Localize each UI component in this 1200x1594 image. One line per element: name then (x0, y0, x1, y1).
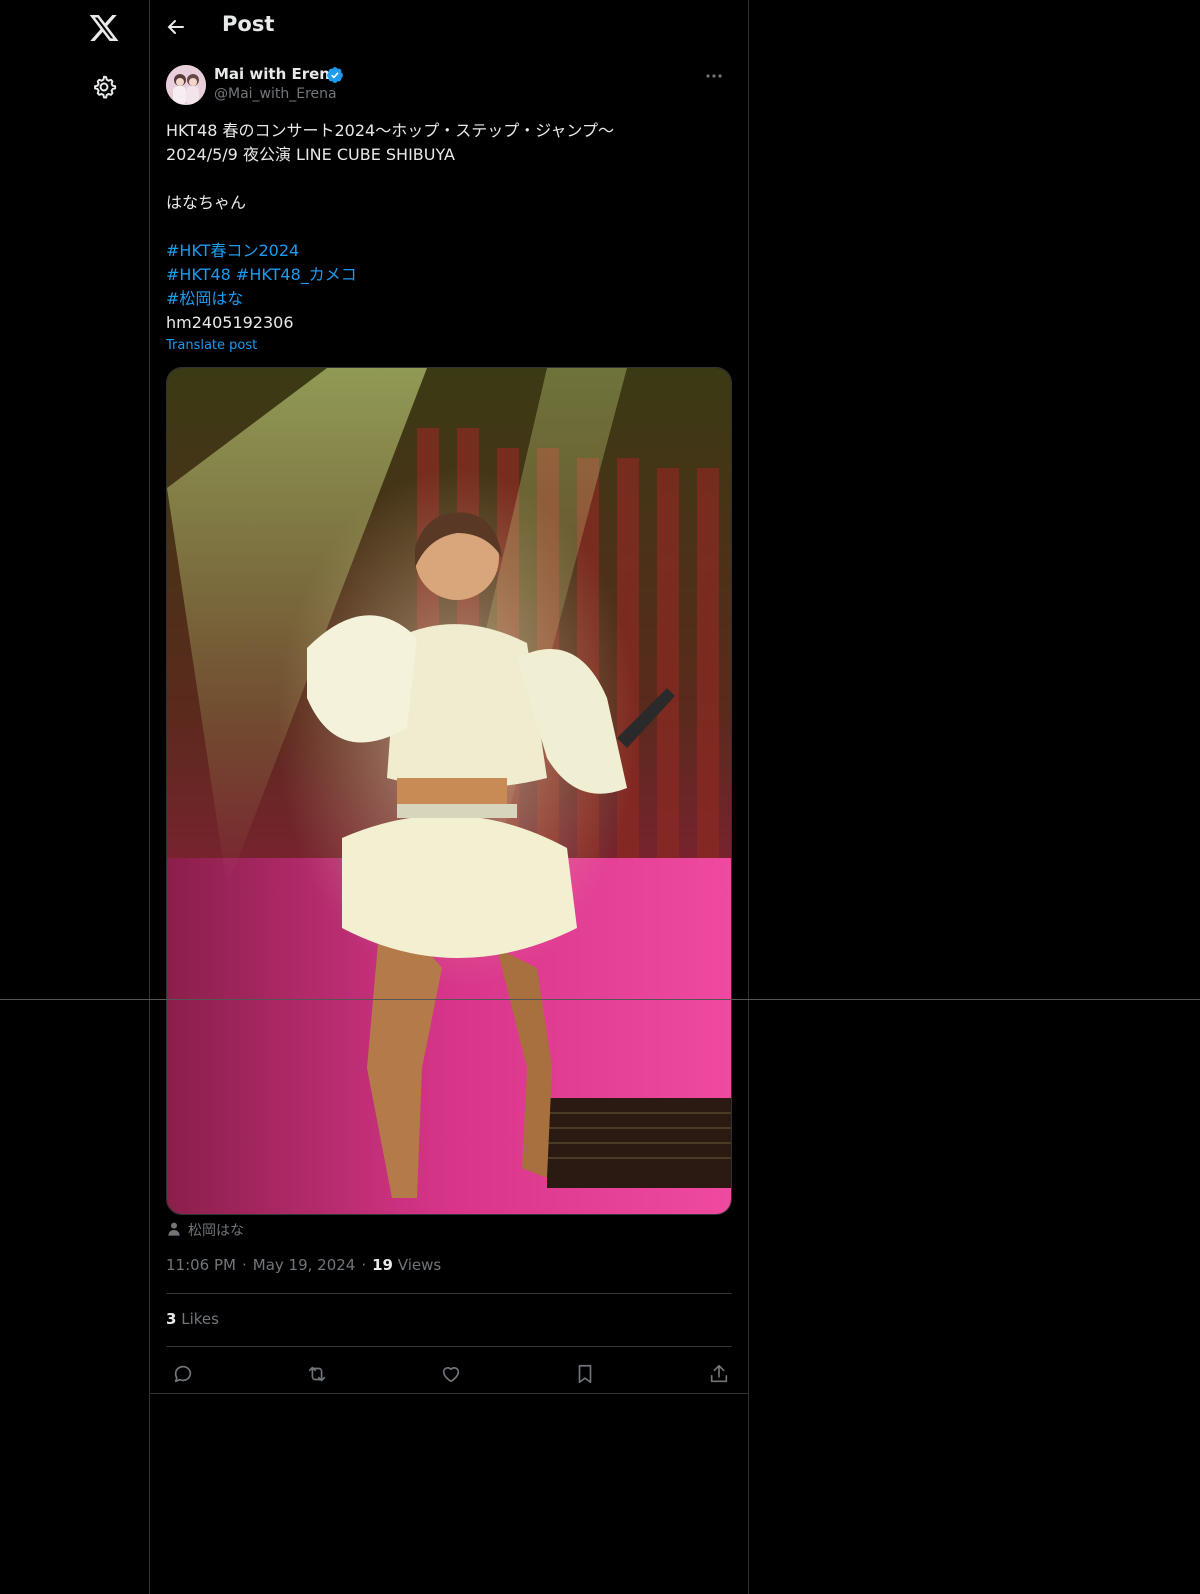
hashtag-link[interactable]: #HKT48_カメコ (236, 265, 357, 284)
likes-count: 3 (166, 1310, 177, 1328)
post-column: Post Mai with Erena @Mai_with_Erena HKT4… (149, 0, 749, 1594)
hashtag-link[interactable]: #HKT春コン2024 (166, 241, 299, 260)
meta-separator: · (361, 1256, 367, 1274)
translate-post-link[interactable]: Translate post (166, 338, 257, 353)
post-line: HKT48 春のコンサート2024〜ホップ・ステップ・ジャンプ〜 (166, 121, 614, 140)
likes-row[interactable]: 3 Likes (166, 1310, 219, 1328)
author-handle[interactable]: @Mai_with_Erena (214, 86, 337, 102)
hashtag-link[interactable]: #HKT48 (166, 265, 231, 284)
left-rail (0, 0, 149, 1594)
post-line (166, 215, 736, 239)
avatar[interactable] (166, 65, 206, 105)
post-meta: 11:06 PM · May 19, 2024 · 19 Views (166, 1256, 441, 1274)
divider (166, 1346, 732, 1347)
bookmark-icon[interactable] (567, 1356, 603, 1392)
post-photo[interactable] (166, 367, 732, 1215)
page-title: Post (222, 12, 275, 36)
views-label: Views (397, 1256, 442, 1274)
hashtag-link[interactable]: #松岡はな (166, 289, 243, 308)
action-bar (150, 1356, 748, 1392)
post-line: 2024/5/9 夜公演 LINE CUBE SHIBUYA (166, 145, 455, 164)
person-icon (168, 1222, 180, 1236)
overlay-guide-line (0, 999, 1200, 1000)
post-text: HKT48 春のコンサート2024〜ホップ・ステップ・ジャンプ〜 2024/5/… (166, 119, 736, 335)
like-icon[interactable] (433, 1356, 469, 1392)
divider (150, 1393, 748, 1394)
more-options-icon[interactable] (702, 64, 726, 88)
verified-badge-icon (326, 66, 344, 84)
gear-icon[interactable] (91, 74, 117, 100)
repost-icon[interactable] (299, 1356, 335, 1392)
author-name[interactable]: Mai with Erena (214, 65, 340, 83)
post-line: はなちゃん (166, 193, 247, 212)
divider (166, 1293, 732, 1294)
x-logo-icon[interactable] (88, 12, 120, 44)
tagged-person-name: 松岡はな (188, 1223, 244, 1239)
likes-label: Likes (181, 1310, 219, 1328)
meta-separator: · (241, 1256, 247, 1274)
post-code: hm2405192306 (166, 313, 294, 332)
page-header: Post (150, 0, 748, 54)
arrow-left-icon[interactable] (164, 15, 188, 39)
views-count: 19 (372, 1256, 393, 1274)
share-icon[interactable] (701, 1356, 737, 1392)
post-time[interactable]: 11:06 PM (166, 1256, 236, 1274)
post-line (166, 167, 736, 191)
post-date[interactable]: May 19, 2024 (253, 1256, 356, 1274)
reply-icon[interactable] (165, 1356, 201, 1392)
